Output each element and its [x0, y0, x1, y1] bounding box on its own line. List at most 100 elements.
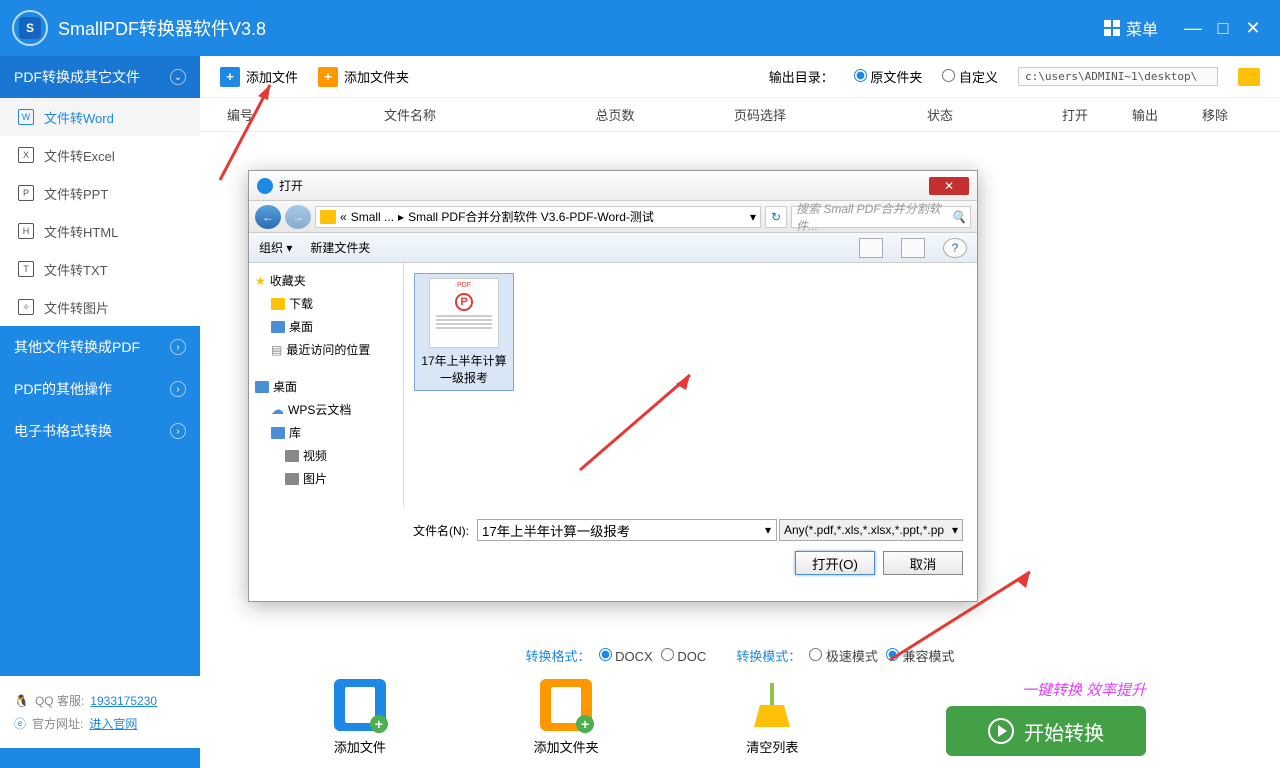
- sidebar-item-excel[interactable]: X文件转Excel: [0, 136, 200, 174]
- qq-icon: 🐧: [14, 694, 29, 708]
- help-button[interactable]: ?: [943, 238, 967, 258]
- file-filter-dropdown[interactable]: Any(*.pdf,*.xls,*.xlsx,*.ppt,*.pp▾: [779, 519, 963, 541]
- globe-icon: ⓔ: [14, 715, 26, 732]
- dialog-icon: [257, 178, 273, 194]
- sidebar-cat-pdf-ops[interactable]: PDF的其他操作›: [0, 368, 200, 410]
- dialog-nav: ← → «Small ...▸ Small PDF合并分割软件 V3.6-PDF…: [249, 201, 977, 233]
- dialog-file-list: ·PDF· P 17年上半年计算 一级报考: [404, 263, 977, 507]
- tree-video[interactable]: 视频: [253, 444, 399, 467]
- chevron-right-icon: ›: [170, 423, 186, 439]
- chevron-right-icon: ›: [170, 339, 186, 355]
- format-label: 转换格式：: [525, 646, 590, 665]
- word-icon: W: [18, 109, 34, 125]
- menu-label: 菜单: [1126, 16, 1158, 40]
- html-icon: H: [18, 223, 34, 239]
- tree-library[interactable]: 库: [253, 421, 399, 444]
- tree-favorites[interactable]: ★收藏夹: [253, 269, 399, 292]
- nav-back-button[interactable]: ←: [255, 205, 281, 229]
- grid-icon: [1104, 20, 1120, 36]
- breadcrumb[interactable]: «Small ...▸ Small PDF合并分割软件 V3.6-PDF-Wor…: [315, 206, 761, 228]
- toolbar: +添加文件 +添加文件夹 输出目录： 原文件夹 自定义 c:\users\ADM…: [200, 56, 1280, 98]
- clear-list-action[interactable]: 清空列表: [746, 679, 798, 756]
- view-mode-button[interactable]: [901, 238, 925, 258]
- organize-button[interactable]: 组织 ▾: [259, 239, 292, 256]
- filename-input[interactable]: [477, 519, 777, 541]
- desktop-icon: [255, 381, 269, 393]
- bottom-panel: 转换格式： DOCX DOC 转换模式： 极速模式 兼容模式 + 添加文件 + …: [200, 636, 1280, 768]
- refresh-button[interactable]: ↻: [765, 206, 787, 228]
- picture-icon: [285, 473, 299, 485]
- dialog-cancel-button[interactable]: 取消: [883, 551, 963, 575]
- start-convert-button[interactable]: 开始转换: [946, 706, 1146, 756]
- sidebar-footer: 🐧QQ 客服:1933175230 ⓔ官方网址:进入官网: [0, 676, 200, 748]
- radio-fast-mode[interactable]: 极速模式: [809, 646, 878, 665]
- output-dir-label: 输出目录：: [769, 67, 834, 86]
- plus-icon: +: [318, 67, 338, 87]
- desktop-icon: [271, 321, 285, 333]
- browse-folder-button[interactable]: [1238, 68, 1260, 86]
- excel-icon: X: [18, 147, 34, 163]
- pdf-thumbnail-icon: ·PDF· P: [429, 278, 499, 348]
- sidebar-item-html[interactable]: H文件转HTML: [0, 212, 200, 250]
- ppt-icon: P: [18, 185, 34, 201]
- recent-icon: ▤: [271, 343, 282, 357]
- sidebar-item-image[interactable]: ✧文件转图片: [0, 288, 200, 326]
- qq-link[interactable]: 1933175230: [90, 694, 157, 708]
- radio-doc[interactable]: DOC: [661, 648, 707, 664]
- file-item[interactable]: ·PDF· P 17年上半年计算 一级报考: [414, 273, 514, 391]
- radio-original-folder[interactable]: 原文件夹: [854, 67, 923, 86]
- site-link[interactable]: 进入官网: [89, 715, 137, 732]
- folder-icon: [320, 210, 336, 224]
- plus-icon: +: [220, 67, 240, 87]
- add-folder-button[interactable]: +添加文件夹: [318, 67, 409, 87]
- open-file-dialog: 打开 ✕ ← → «Small ...▸ Small PDF合并分割软件 V3.…: [248, 170, 978, 602]
- nav-forward-button[interactable]: →: [285, 205, 311, 229]
- image-icon: ✧: [18, 299, 34, 315]
- dialog-close-button[interactable]: ✕: [929, 177, 969, 195]
- mode-label: 转换模式：: [736, 646, 801, 665]
- sidebar-item-ppt[interactable]: P文件转PPT: [0, 174, 200, 212]
- txt-icon: T: [18, 261, 34, 277]
- search-icon: 🔍: [951, 210, 966, 224]
- sidebar: PDF转换成其它文件 ⌄ W文件转Word X文件转Excel P文件转PPT …: [0, 56, 200, 768]
- tree-wps[interactable]: ☁WPS云文档: [253, 398, 399, 421]
- star-icon: ★: [255, 274, 266, 288]
- tree-desktop[interactable]: 桌面: [253, 315, 399, 338]
- menu-button[interactable]: 菜单: [1104, 16, 1158, 40]
- add-file-action[interactable]: + 添加文件: [334, 679, 386, 756]
- add-file-button[interactable]: +添加文件: [220, 67, 298, 87]
- new-folder-button[interactable]: 新建文件夹: [310, 239, 370, 256]
- tree-desktop2[interactable]: 桌面: [253, 375, 399, 398]
- sidebar-cat-pdf-to-other[interactable]: PDF转换成其它文件 ⌄: [0, 56, 200, 98]
- close-button[interactable]: ✕: [1238, 18, 1268, 39]
- play-icon: [988, 718, 1014, 744]
- minimize-button[interactable]: —: [1178, 18, 1208, 39]
- broom-icon: [746, 679, 798, 731]
- output-path-field[interactable]: c:\users\ADMINI~1\desktop\: [1018, 67, 1218, 86]
- filename-label: 文件名(N):: [413, 522, 469, 539]
- radio-compat-mode[interactable]: 兼容模式: [886, 646, 955, 665]
- sidebar-item-txt[interactable]: T文件转TXT: [0, 250, 200, 288]
- radio-docx[interactable]: DOCX: [599, 648, 653, 664]
- dialog-open-button[interactable]: 打开(O): [795, 551, 875, 575]
- folder-icon: [271, 298, 285, 310]
- sidebar-cat-other-to-pdf[interactable]: 其他文件转换成PDF›: [0, 326, 200, 368]
- view-options-button[interactable]: [859, 238, 883, 258]
- chevron-down-icon: ⌄: [170, 69, 186, 85]
- dialog-tree: ★收藏夹 下载 桌面 ▤最近访问的位置 桌面 ☁WPS云文档 库 视频 图片: [249, 263, 404, 507]
- app-title: SmallPDF转换器软件V3.8: [58, 15, 266, 41]
- tree-downloads[interactable]: 下载: [253, 292, 399, 315]
- add-folder-action[interactable]: + 添加文件夹: [534, 679, 599, 756]
- dialog-toolbar: 组织 ▾ 新建文件夹 ?: [249, 233, 977, 263]
- dialog-search-input[interactable]: 搜索 Small PDF合并分割软件...🔍: [791, 206, 971, 228]
- titlebar: S SmallPDF转换器软件V3.8 菜单 — □ ✕: [0, 0, 1280, 56]
- tree-pictures[interactable]: 图片: [253, 467, 399, 490]
- sidebar-item-word[interactable]: W文件转Word: [0, 98, 200, 136]
- sidebar-cat-ebook[interactable]: 电子书格式转换›: [0, 410, 200, 452]
- maximize-button[interactable]: □: [1208, 18, 1238, 39]
- cloud-icon: ☁: [271, 402, 284, 418]
- tree-recent[interactable]: ▤最近访问的位置: [253, 338, 399, 361]
- radio-custom-folder[interactable]: 自定义: [942, 67, 998, 86]
- table-header: 编号 文件名称 总页数 页码选择 状态 打开 输出 移除: [200, 98, 1280, 132]
- chevron-right-icon: ›: [170, 381, 186, 397]
